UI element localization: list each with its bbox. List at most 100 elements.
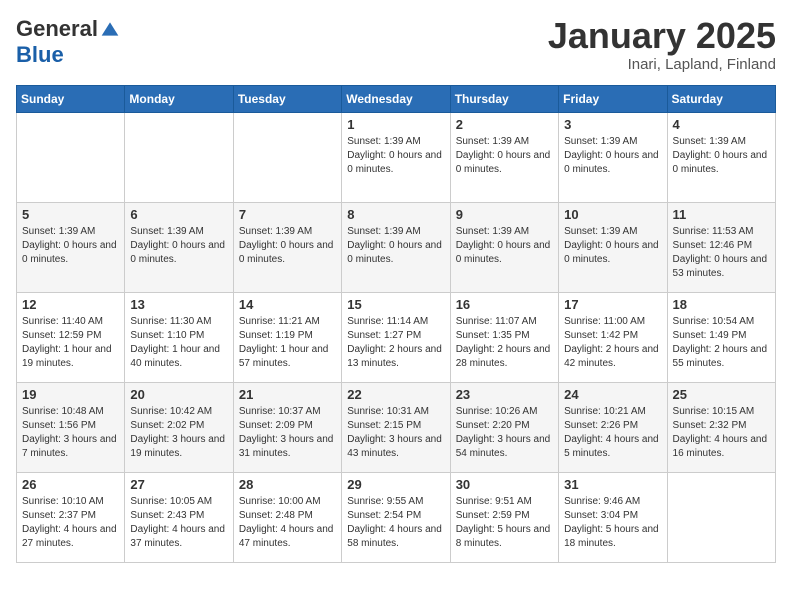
- day-info: Sunset: 1:39 AMDaylight: 0 hours and 0 m…: [347, 135, 444, 177]
- day-number: 7: [239, 207, 336, 222]
- day-number: 9: [456, 207, 553, 222]
- day-number: 3: [564, 117, 661, 132]
- day-info: Sunrise: 10:42 AMSunset: 2:02 PMDaylight…: [130, 405, 227, 461]
- calendar-cell: 2 Sunset: 1:39 AMDaylight: 0 hours and 0 …: [450, 112, 558, 202]
- calendar-cell: 8Sunset: 1:39 AMDaylight: 0 hours and 0 …: [342, 202, 450, 292]
- calendar-cell: 22 Sunrise: 10:31 AMSunset: 2:15 PMDaylig…: [342, 382, 450, 472]
- day-number: 10: [564, 207, 661, 222]
- calendar-cell: 26 Sunrise: 10:10 AMSunset: 2:37 PMDaylig…: [17, 472, 125, 562]
- calendar-cell: 4Sunset: 1:39 AMDaylight: 0 hours and 0 …: [667, 112, 775, 202]
- day-number: 14: [239, 297, 336, 312]
- day-info: Sunset: 1:39 AMDaylight: 0 hours and 0 m…: [456, 225, 553, 267]
- weekday-header-saturday: Saturday: [667, 85, 775, 112]
- logo-blue-text: Blue: [16, 42, 64, 68]
- day-info: Sunrise: 10:37 AMSunset: 2:09 PMDaylight…: [239, 405, 336, 461]
- calendar-header: SundayMondayTuesdayWednesdayThursdayFrid…: [17, 85, 776, 112]
- calendar-week-5: 26 Sunrise: 10:10 AMSunset: 2:37 PMDaylig…: [17, 472, 776, 562]
- day-info: Sunrise: 9:51 AMSunset: 2:59 PMDaylight:…: [456, 495, 553, 551]
- calendar-subtitle: Inari, Lapland, Finland: [548, 56, 776, 73]
- day-info: Sunrise: 10:31 AMSunset: 2:15 PMDaylight…: [347, 405, 444, 461]
- calendar-cell: 27 Sunrise: 10:05 AMSunset: 2:43 PMDaylig…: [125, 472, 233, 562]
- day-info: Sunrise: 11:21 AMSunset: 1:19 PMDaylight…: [239, 315, 336, 371]
- weekday-header-friday: Friday: [559, 85, 667, 112]
- day-number: 24: [564, 387, 661, 402]
- day-info: Sunset: 1:39 AMDaylight: 0 hours and 0 m…: [239, 225, 336, 267]
- day-number: 2: [456, 117, 553, 132]
- day-number: 5: [22, 207, 119, 222]
- calendar-cell: [17, 112, 125, 202]
- day-info: Sunset: 1:39 AMDaylight: 0 hours and 0 m…: [456, 135, 553, 177]
- calendar-week-3: 12 Sunrise: 11:40 AMSunset: 12:59 PMDayli…: [17, 292, 776, 382]
- weekday-row: SundayMondayTuesdayWednesdayThursdayFrid…: [17, 85, 776, 112]
- calendar-week-2: 5 Sunset: 1:39 AMDaylight: 0 hours and 0 …: [17, 202, 776, 292]
- calendar-cell: 21 Sunrise: 10:37 AMSunset: 2:09 PMDaylig…: [233, 382, 341, 472]
- calendar-cell: 6 Sunset: 1:39 AMDaylight: 0 hours and 0 …: [125, 202, 233, 292]
- calendar-body: 1Sunset: 1:39 AMDaylight: 0 hours and 0 …: [17, 112, 776, 562]
- day-info: Sunrise: 10:15 AMSunset: 2:32 PMDaylight…: [673, 405, 770, 461]
- calendar-cell: 17 Sunrise: 11:00 AMSunset: 1:42 PMDaylig…: [559, 292, 667, 382]
- logo-general-text: General: [16, 16, 98, 42]
- day-info: Sunset: 1:39 AMDaylight: 0 hours and 0 m…: [347, 225, 444, 267]
- day-number: 18: [673, 297, 770, 312]
- day-number: 20: [130, 387, 227, 402]
- calendar-cell: 3 Sunset: 1:39 AMDaylight: 0 hours and 0 …: [559, 112, 667, 202]
- calendar-week-1: 1Sunset: 1:39 AMDaylight: 0 hours and 0 …: [17, 112, 776, 202]
- day-info: Sunrise: 10:21 AMSunset: 2:26 PMDaylight…: [564, 405, 661, 461]
- calendar-cell: 20 Sunrise: 10:42 AMSunset: 2:02 PMDaylig…: [125, 382, 233, 472]
- calendar-cell: [233, 112, 341, 202]
- calendar-cell: 28 Sunrise: 10:00 AMSunset: 2:48 PMDaylig…: [233, 472, 341, 562]
- day-info: Sunset: 1:39 AMDaylight: 0 hours and 0 m…: [22, 225, 119, 267]
- calendar-cell: 15Sunrise: 11:14 AMSunset: 1:27 PMDaylig…: [342, 292, 450, 382]
- day-number: 22: [347, 387, 444, 402]
- logo-icon: [100, 19, 120, 39]
- day-info: Sunset: 1:39 AMDaylight: 0 hours and 0 m…: [130, 225, 227, 267]
- day-number: 16: [456, 297, 553, 312]
- logo: General Blue: [16, 16, 120, 68]
- day-number: 26: [22, 477, 119, 492]
- day-info: Sunrise: 10:54 AMSunset: 1:49 PMDaylight…: [673, 315, 770, 371]
- weekday-header-thursday: Thursday: [450, 85, 558, 112]
- day-number: 31: [564, 477, 661, 492]
- calendar-cell: 30 Sunrise: 9:51 AMSunset: 2:59 PMDayligh…: [450, 472, 558, 562]
- calendar-cell: 1Sunset: 1:39 AMDaylight: 0 hours and 0 …: [342, 112, 450, 202]
- day-number: 28: [239, 477, 336, 492]
- day-info: Sunrise: 11:40 AMSunset: 12:59 PMDayligh…: [22, 315, 119, 371]
- day-info: Sunrise: 10:00 AMSunset: 2:48 PMDaylight…: [239, 495, 336, 551]
- calendar-cell: 31Sunrise: 9:46 AMSunset: 3:04 PMDayligh…: [559, 472, 667, 562]
- day-number: 6: [130, 207, 227, 222]
- day-info: Sunrise: 9:55 AMSunset: 2:54 PMDaylight:…: [347, 495, 444, 551]
- weekday-header-wednesday: Wednesday: [342, 85, 450, 112]
- calendar-cell: 11Sunrise: 11:53 AMSunset: 12:46 PMDayli…: [667, 202, 775, 292]
- calendar-table: SundayMondayTuesdayWednesdayThursdayFrid…: [16, 85, 776, 563]
- calendar-cell: 25Sunrise: 10:15 AMSunset: 2:32 PMDaylig…: [667, 382, 775, 472]
- day-info: Sunset: 1:39 AMDaylight: 0 hours and 0 m…: [564, 135, 661, 177]
- day-info: Sunrise: 10:10 AMSunset: 2:37 PMDaylight…: [22, 495, 119, 551]
- day-number: 4: [673, 117, 770, 132]
- page-header: General Blue January 2025 Inari, Lapland…: [16, 16, 776, 73]
- calendar-week-4: 19Sunrise: 10:48 AMSunset: 1:56 PMDaylig…: [17, 382, 776, 472]
- calendar-cell: 13Sunrise: 11:30 AMSunset: 1:10 PMDaylig…: [125, 292, 233, 382]
- calendar-cell: 9 Sunset: 1:39 AMDaylight: 0 hours and 0 …: [450, 202, 558, 292]
- weekday-header-sunday: Sunday: [17, 85, 125, 112]
- calendar-cell: 24 Sunrise: 10:21 AMSunset: 2:26 PMDaylig…: [559, 382, 667, 472]
- calendar-cell: 14 Sunrise: 11:21 AMSunset: 1:19 PMDaylig…: [233, 292, 341, 382]
- day-info: Sunset: 1:39 AMDaylight: 0 hours and 0 m…: [564, 225, 661, 267]
- day-number: 27: [130, 477, 227, 492]
- day-number: 15: [347, 297, 444, 312]
- day-number: 23: [456, 387, 553, 402]
- day-info: Sunrise: 11:00 AMSunset: 1:42 PMDaylight…: [564, 315, 661, 371]
- calendar-cell: [125, 112, 233, 202]
- calendar-cell: 19Sunrise: 10:48 AMSunset: 1:56 PMDaylig…: [17, 382, 125, 472]
- calendar-cell: 29Sunrise: 9:55 AMSunset: 2:54 PMDayligh…: [342, 472, 450, 562]
- day-number: 17: [564, 297, 661, 312]
- calendar-cell: 16 Sunrise: 11:07 AMSunset: 1:35 PMDaylig…: [450, 292, 558, 382]
- day-number: 21: [239, 387, 336, 402]
- day-info: Sunrise: 11:53 AMSunset: 12:46 PMDayligh…: [673, 225, 770, 281]
- day-info: Sunrise: 10:05 AMSunset: 2:43 PMDaylight…: [130, 495, 227, 551]
- calendar-cell: 18 Sunrise: 10:54 AMSunset: 1:49 PMDaylig…: [667, 292, 775, 382]
- calendar-cell: 5 Sunset: 1:39 AMDaylight: 0 hours and 0 …: [17, 202, 125, 292]
- day-info: Sunrise: 10:26 AMSunset: 2:20 PMDaylight…: [456, 405, 553, 461]
- day-number: 30: [456, 477, 553, 492]
- day-info: Sunrise: 11:07 AMSunset: 1:35 PMDaylight…: [456, 315, 553, 371]
- day-number: 12: [22, 297, 119, 312]
